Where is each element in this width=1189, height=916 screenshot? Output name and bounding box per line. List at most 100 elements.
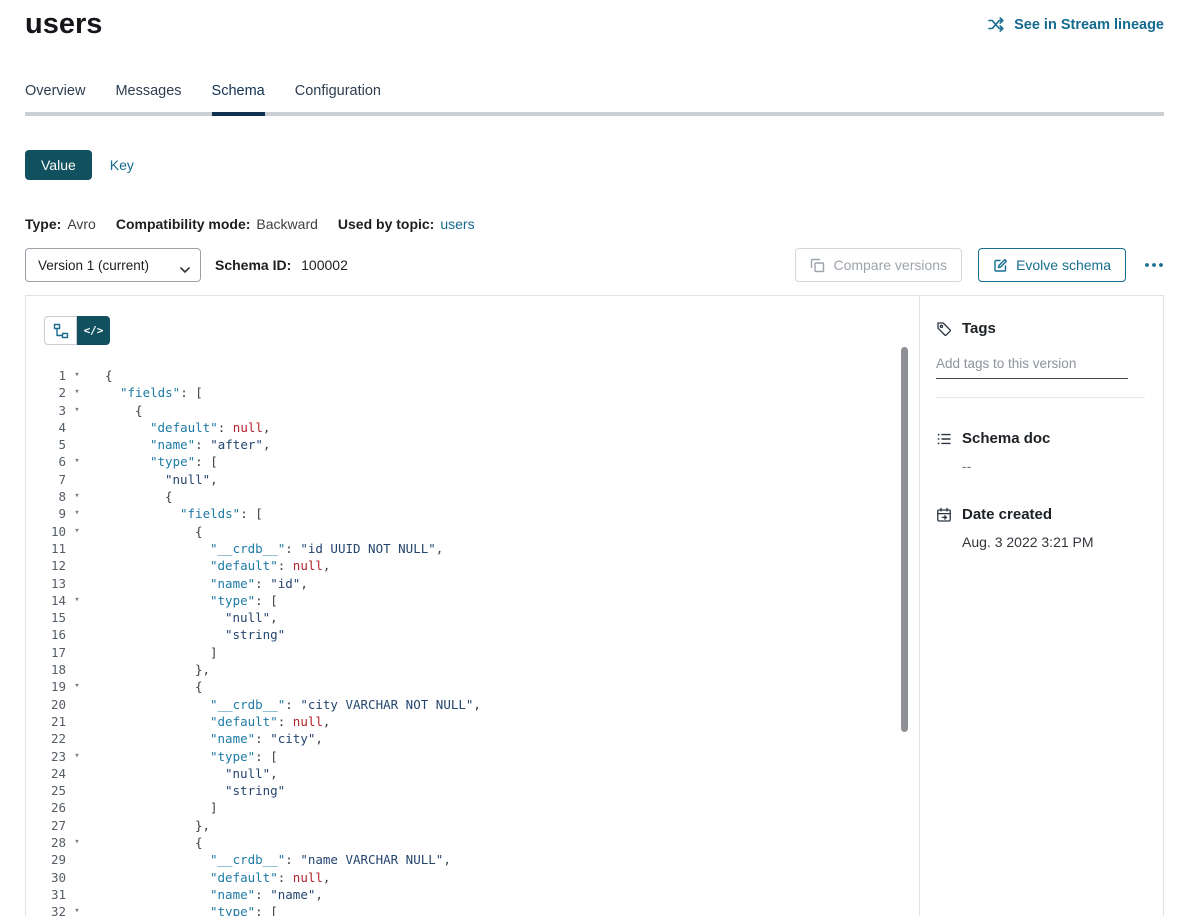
sidebar-divider [936,397,1145,398]
more-options-button[interactable] [1144,262,1164,268]
code-text: "type": [ [88,453,919,470]
tags-title: Tags [962,320,996,337]
fold-toggle-icon[interactable]: ▾ [66,505,88,522]
fold-toggle-icon[interactable]: ▾ [66,592,88,609]
code-text: "null", [88,471,919,488]
code-text: "fields": [ [88,505,919,522]
compare-icon [810,258,825,273]
line-number: 18 [26,661,66,678]
tab-schema[interactable]: Schema [212,83,265,112]
fold-spacer [66,782,88,799]
fold-toggle-icon[interactable]: ▾ [66,903,88,916]
tree-view-icon [53,323,69,339]
tab-messages[interactable]: Messages [115,83,181,112]
tag-icon [936,321,952,337]
stream-lineage-link[interactable]: See in Stream lineage [988,17,1164,33]
code-line-16: 16"string" [26,626,919,643]
code-line-5: 5 "name": "after", [26,436,919,453]
code-text: { [88,678,919,695]
date-created-title: Date created [962,506,1052,523]
value-toggle-button[interactable]: Value [25,150,92,180]
key-toggle-button[interactable]: Key [110,157,134,173]
topic-link[interactable]: users [440,216,474,232]
code-line-20: 20"__crdb__": "city VARCHAR NOT NULL", [26,696,919,713]
type-value: Avro [67,216,96,232]
date-created-section: Date created Aug. 3 2022 3:21 PM [936,506,1145,550]
version-select[interactable]: Version 1 (current) [25,248,201,282]
fold-toggle-icon[interactable]: ▾ [66,453,88,470]
fold-spacer [66,713,88,730]
fold-toggle-icon[interactable]: ▾ [66,748,88,765]
line-number: 14 [26,592,66,609]
fold-toggle-icon[interactable]: ▾ [66,523,88,540]
stream-lineage-icon [988,17,1005,32]
stream-lineage-label: See in Stream lineage [1014,17,1164,33]
fold-spacer [66,644,88,661]
line-number: 16 [26,626,66,643]
code-line-32: 32▾"type": [ [26,903,919,916]
line-number: 5 [26,436,66,453]
compare-versions-button[interactable]: Compare versions [795,248,962,282]
fold-toggle-icon[interactable]: ▾ [66,488,88,505]
code-line-18: 18}, [26,661,919,678]
code-text: { [88,367,919,384]
line-number: 9 [26,505,66,522]
tab-configuration[interactable]: Configuration [295,83,381,112]
schema-meta-row: Type: Avro Compatibility mode: Backward … [25,216,1164,232]
fold-spacer [66,575,88,592]
compare-versions-label: Compare versions [833,257,947,273]
tree-view-button[interactable] [44,316,77,345]
tags-header: Tags [936,320,1145,337]
fold-spacer [66,557,88,574]
editor-view-toggle: </> [44,316,110,345]
line-number: 7 [26,471,66,488]
fold-spacer [66,765,88,782]
code-line-19: 19▾{ [26,678,919,695]
date-created-header: Date created [936,506,1145,523]
fold-toggle-icon[interactable]: ▾ [66,834,88,851]
version-actions: Compare versions Evolve schema [795,248,1164,282]
tab-overview[interactable]: Overview [25,83,85,112]
line-number: 23 [26,748,66,765]
schema-doc-section: Schema doc -- [936,430,1145,474]
code-text: "string" [88,782,919,799]
line-number: 22 [26,730,66,747]
schema-doc-header: Schema doc [936,430,1145,447]
code-text: "fields": [ [88,384,919,401]
line-number: 20 [26,696,66,713]
code-line-29: 29"__crdb__": "name VARCHAR NULL", [26,851,919,868]
line-number: 32 [26,903,66,916]
code-text: "default": null, [88,419,919,436]
fold-spacer [66,540,88,557]
fold-spacer [66,419,88,436]
line-number: 1 [26,367,66,384]
schema-doc-icon [936,431,952,447]
code-lines: 1▾{2▾"fields": [3▾{4"default": null,5"na… [26,367,919,916]
fold-toggle-icon[interactable]: ▾ [66,678,88,695]
schema-id-label: Schema ID: [215,257,291,273]
fold-toggle-icon[interactable]: ▾ [66,402,88,419]
line-number: 10 [26,523,66,540]
code-text: "null", [88,609,919,626]
ellipsis-icon [1144,262,1164,268]
code-line-10: 10▾{ [26,523,919,540]
line-number: 2 [26,384,66,401]
code-text: "default": null, [88,557,919,574]
editor-scrollbar[interactable] [901,347,908,732]
code-text: { [88,488,919,505]
code-line-31: 31"name": "name", [26,886,919,903]
fold-toggle-icon[interactable]: ▾ [66,384,88,401]
line-number: 26 [26,799,66,816]
code-text: "default": null, [88,713,919,730]
page: users See in Stream lineage Overview Mess… [0,0,1189,916]
fold-toggle-icon[interactable]: ▾ [66,367,88,384]
code-view-button[interactable]: </> [77,316,110,345]
add-tags-input[interactable] [936,351,1128,379]
line-number: 3 [26,402,66,419]
code-line-17: 17] [26,644,919,661]
tab-bar: Overview Messages Schema Configuration [25,83,1164,116]
line-number: 17 [26,644,66,661]
fold-spacer [66,471,88,488]
evolve-schema-button[interactable]: Evolve schema [978,248,1126,282]
code-text: "name": "after", [88,436,919,453]
